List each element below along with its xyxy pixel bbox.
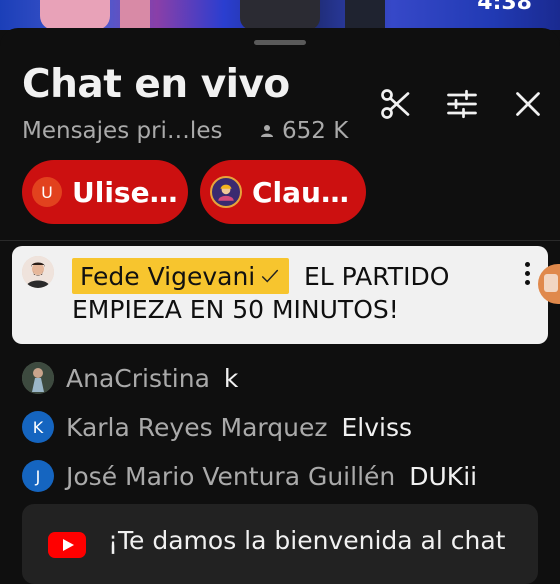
pinned-user-chip[interactable]: U Ulise… [22, 160, 188, 224]
chat-message[interactable]: AnaCristina k [22, 360, 238, 396]
avatar [22, 362, 54, 394]
drag-handle[interactable] [254, 40, 306, 45]
tune-icon[interactable] [444, 86, 480, 122]
pinned-user-chip[interactable]: Clau… [200, 160, 366, 224]
chat-message[interactable]: K Karla Reyes Marquez Elviss [22, 409, 412, 445]
close-icon[interactable] [510, 86, 546, 122]
author-name: Fede Vigevani [80, 261, 256, 291]
viewer-count-value: 652 K [282, 118, 349, 144]
pinned-message[interactable]: EL PARTIDO EMPIEZA EN 50 MINUTOS! Fede V… [12, 246, 548, 344]
video-figure [120, 0, 150, 30]
welcome-text: ¡Te damos la bienvenida al chat [108, 526, 506, 555]
message-author: José Mario Ventura Guillén [66, 461, 396, 491]
welcome-banner: ¡Te damos la bienvenida al chat [22, 504, 538, 584]
chat-title: Chat en vivo [22, 62, 290, 107]
pinned-author[interactable]: Fede Vigevani [72, 258, 290, 294]
video-figure [345, 0, 385, 30]
avatar: J [22, 460, 54, 492]
person-icon [261, 125, 273, 137]
avatar [22, 256, 54, 288]
video-figure [40, 0, 110, 30]
video-timer: 4:38 [477, 0, 532, 15]
viewer-count: 652 K [258, 118, 348, 144]
message-author: AnaCristina [66, 363, 210, 393]
live-chat-panel: Chat en vivo Mensajes pri…les 652 K U Ul… [0, 28, 560, 560]
message-author: Karla Reyes Marquez [66, 412, 328, 442]
video-player-strip[interactable]: 4:38 [0, 0, 560, 30]
message-text: k [223, 363, 239, 393]
divider [0, 240, 560, 241]
avatar [210, 176, 242, 208]
chip-label: Ulise… [72, 175, 178, 209]
chat-message[interactable]: J José Mario Ventura Guillén DUKii [22, 458, 477, 494]
message-text: DUKii [409, 461, 478, 491]
avatar: U [32, 177, 62, 207]
more-vert-icon[interactable] [522, 262, 532, 290]
chat-mode-selector[interactable]: Mensajes pri…les [22, 118, 222, 144]
message-text: Elviss [341, 412, 413, 442]
chip-label: Clau… [252, 175, 349, 209]
video-figure [240, 0, 320, 30]
avatar: K [22, 411, 54, 443]
verified-check-icon [262, 269, 279, 283]
youtube-logo-icon [48, 532, 86, 558]
scissors-icon[interactable] [378, 86, 414, 122]
